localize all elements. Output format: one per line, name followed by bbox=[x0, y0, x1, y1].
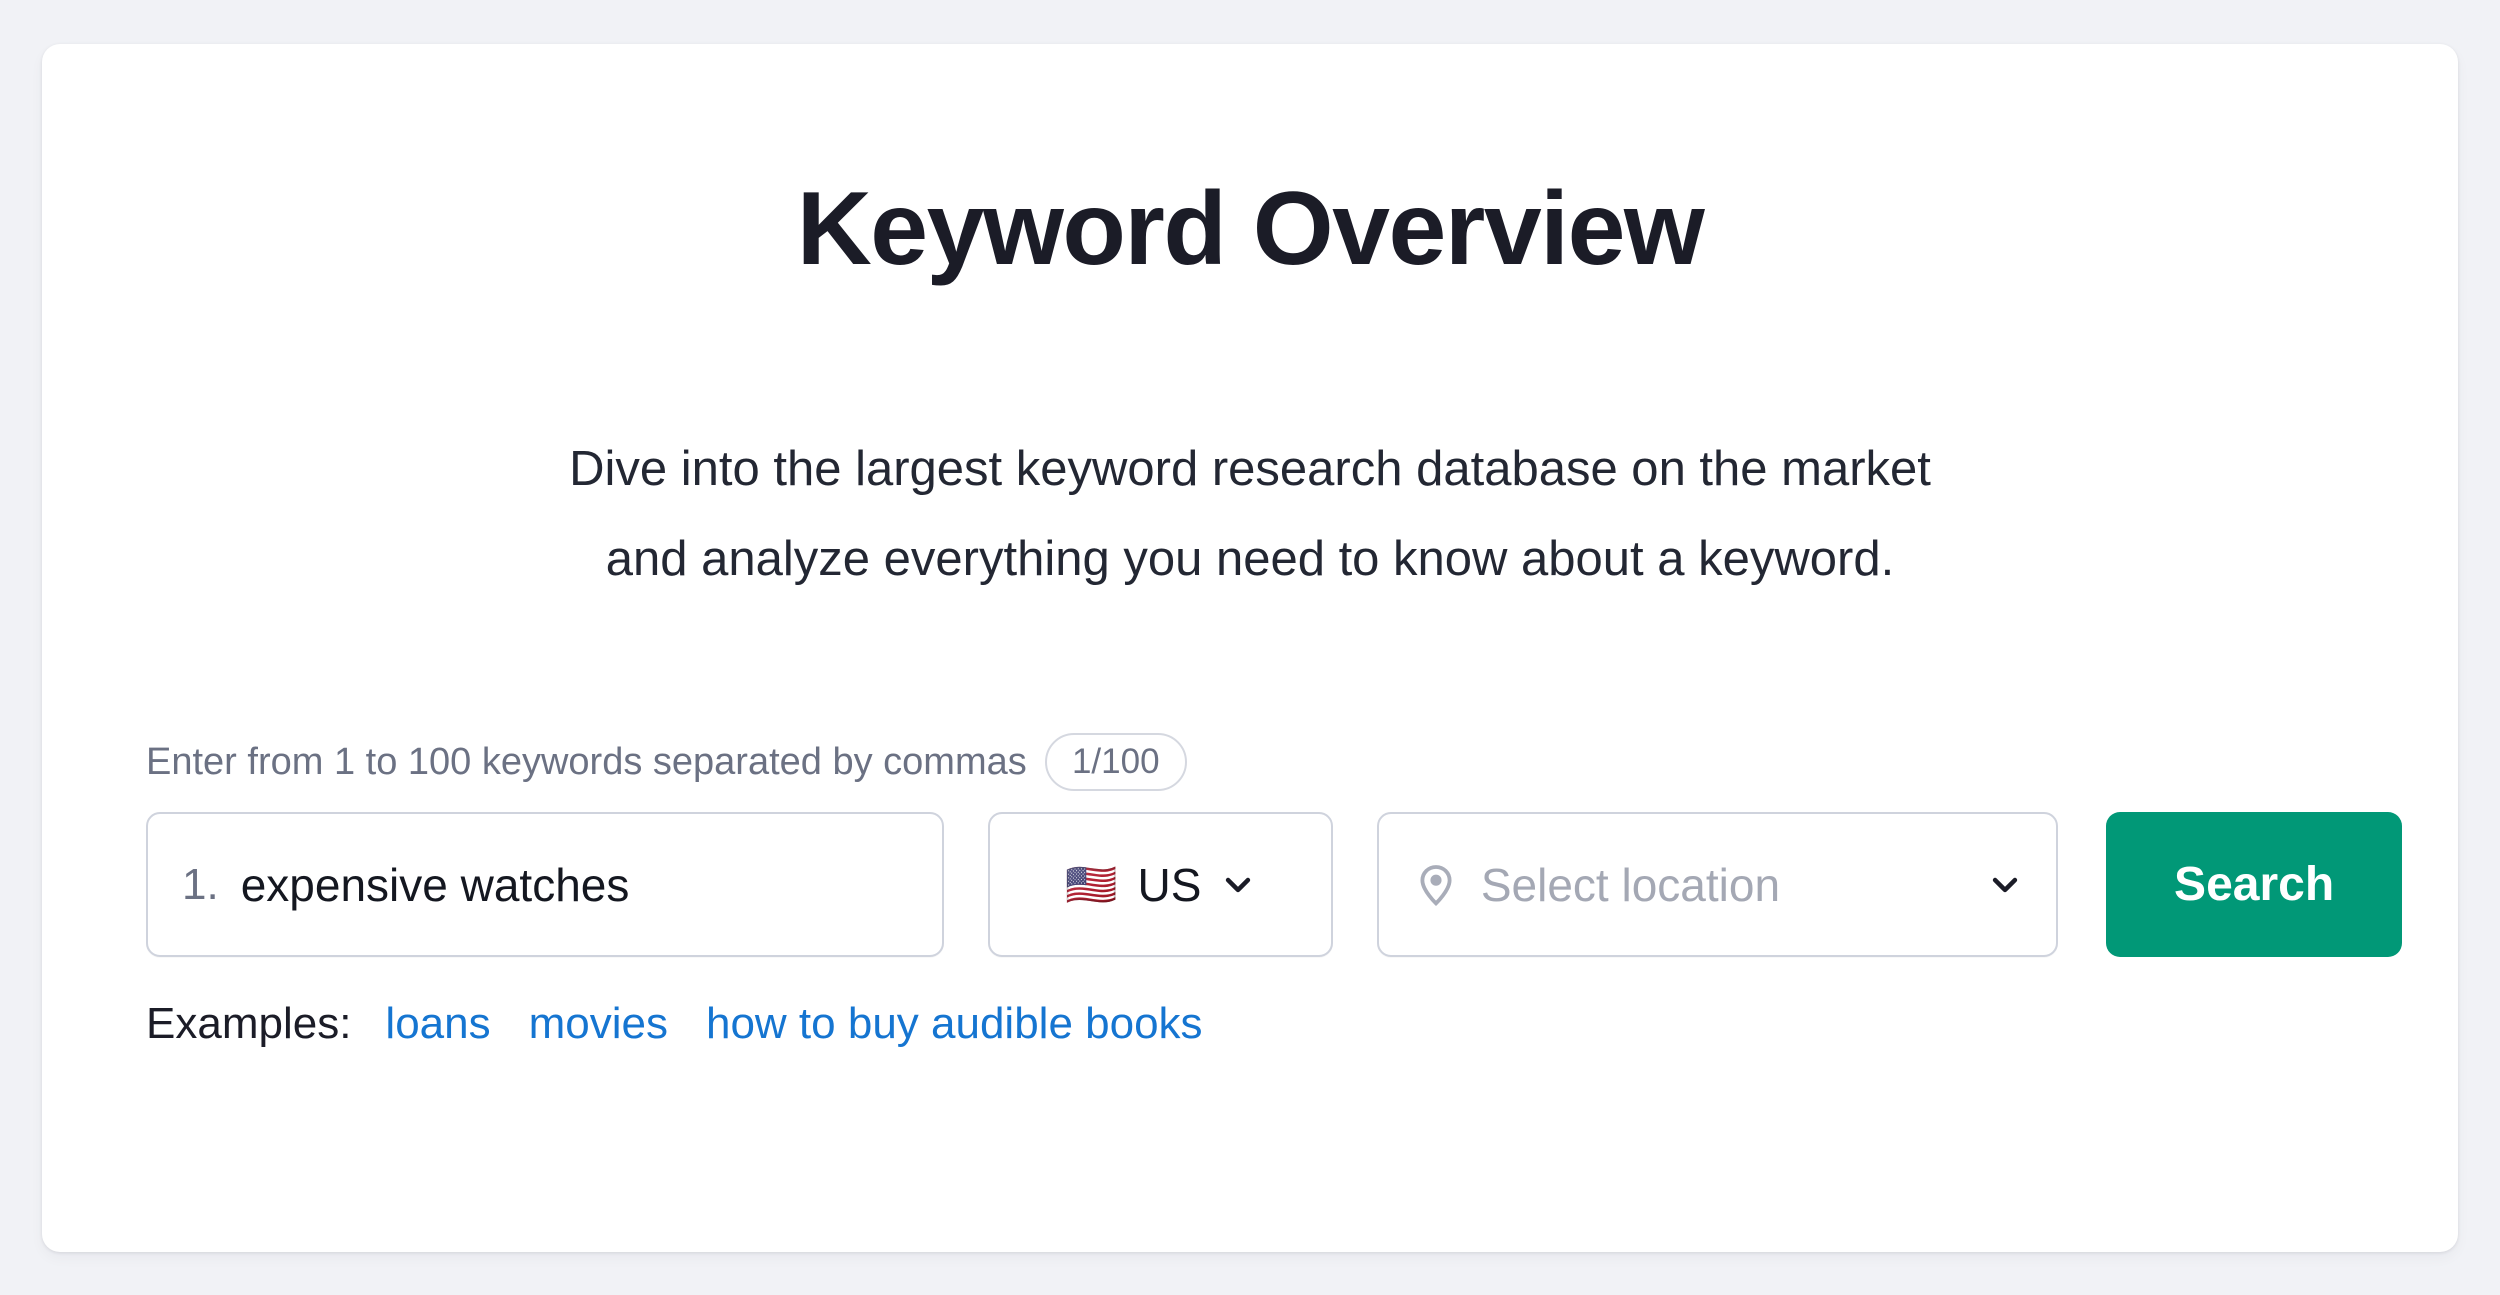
keyword-input-label: Enter from 1 to 100 keywords separated b… bbox=[146, 741, 1027, 783]
page-title: Keyword Overview bbox=[796, 171, 1705, 287]
location-select-placeholder: Select location bbox=[1480, 858, 1781, 911]
field-label-row: Enter from 1 to 100 keywords separated b… bbox=[102, 733, 2402, 791]
example-link-movies[interactable]: movies bbox=[529, 999, 668, 1049]
example-link-loans[interactable]: loans bbox=[385, 999, 490, 1049]
examples-label: Examples: bbox=[146, 999, 352, 1048]
keyword-overview-card: Keyword Overview Dive into the largest k… bbox=[42, 44, 2458, 1252]
controls-row: 1. expensive watches 🇺🇸 US Select locati… bbox=[102, 812, 2402, 957]
location-pin-icon bbox=[1420, 864, 1452, 906]
chevron-down-icon bbox=[1993, 877, 2018, 892]
keyword-counter-badge: 1/100 bbox=[1044, 733, 1187, 791]
examples-row: Examples: loans movies how to buy audibl… bbox=[102, 999, 2402, 1049]
example-link-how-to-buy-audible-books[interactable]: how to buy audible books bbox=[706, 999, 1203, 1049]
country-select[interactable]: 🇺🇸 US bbox=[987, 812, 1333, 957]
subtitle-line-2: and analyze everything you need to know … bbox=[605, 532, 1895, 586]
chevron-down-icon bbox=[1226, 877, 1251, 892]
keyword-index-label: 1. bbox=[182, 859, 219, 909]
subtitle-line-1: Dive into the largest keyword research d… bbox=[569, 442, 1931, 496]
search-button[interactable]: Search bbox=[2106, 812, 2402, 957]
keyword-input-value: expensive watches bbox=[240, 858, 630, 911]
page-subtitle: Dive into the largest keyword research d… bbox=[42, 424, 2458, 604]
us-flag-icon: 🇺🇸 bbox=[1065, 860, 1118, 908]
location-select[interactable]: Select location bbox=[1376, 812, 2059, 957]
keyword-input[interactable]: 1. expensive watches bbox=[146, 812, 944, 957]
page-root: Keyword Overview Dive into the largest k… bbox=[0, 0, 2500, 1295]
country-select-value: US bbox=[1137, 858, 1202, 911]
keyword-search-form: Enter from 1 to 100 keywords separated b… bbox=[102, 733, 2402, 1049]
